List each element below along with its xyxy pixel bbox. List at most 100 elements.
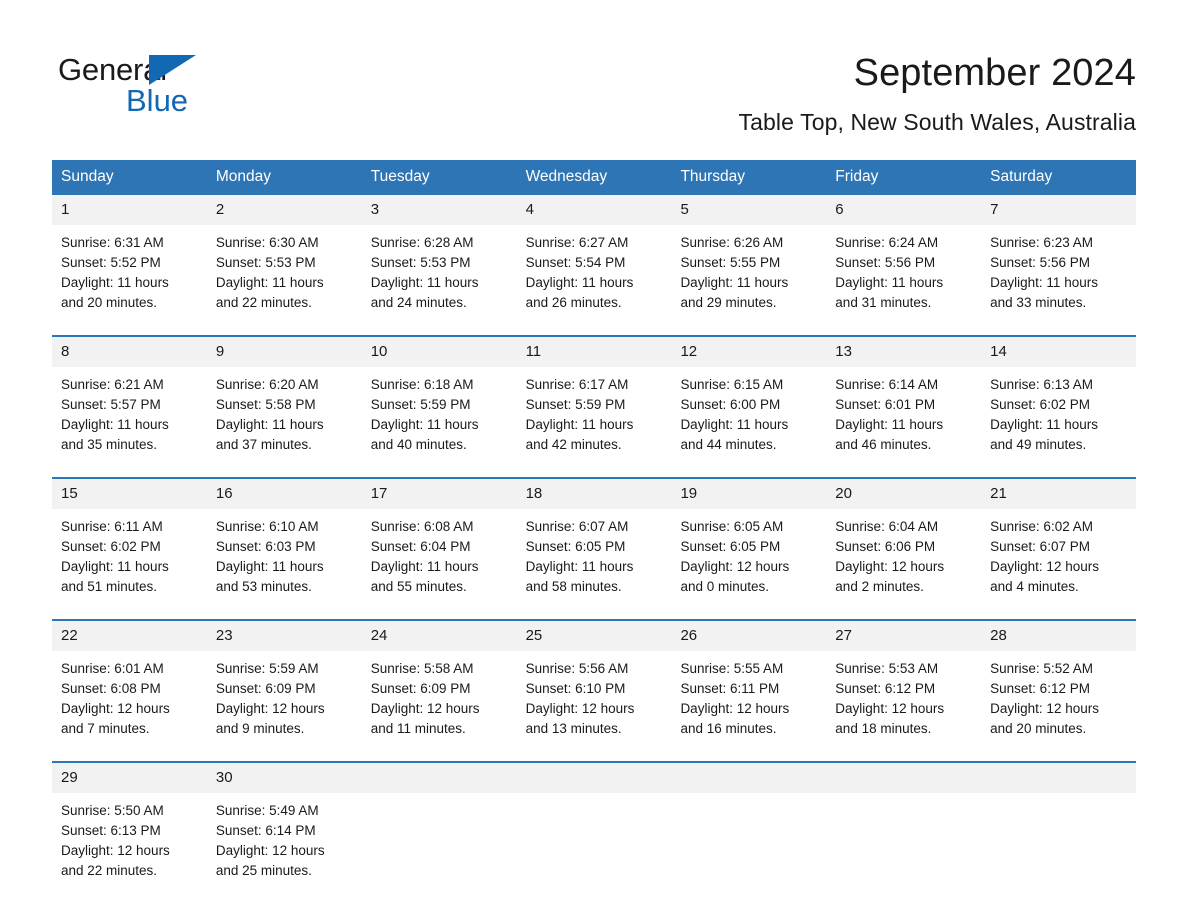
daylight-text-line2: and 13 minutes.: [525, 720, 622, 736]
calendar-day-cell[interactable]: 2 Sunrise: 6:30 AM Sunset: 5:53 PM Daylight…: [206, 194, 362, 335]
sunset-text: Sunset: 5:59 PM: [525, 396, 626, 412]
daylight-text-line2: and 2 minutes.: [835, 578, 924, 594]
title-block: September 2024 Table Top, New South Wale…: [739, 50, 1136, 136]
calendar-day-cell[interactable]: 26 Sunrise: 5:55 AM Sunset: 6:11 PM Dayligh…: [671, 620, 827, 761]
day-details: Sunrise: 5:56 AM Sunset: 6:10 PM Daylight:…: [517, 651, 672, 739]
calendar-week-row: 8 Sunrise: 6:21 AM Sunset: 5:57 PM Daylight…: [52, 334, 1137, 477]
calendar-day-cell[interactable]: 28 Sunrise: 5:52 AM Sunset: 6:12 PM Dayligh…: [981, 620, 1137, 761]
sunset-text: Sunset: 6:12 PM: [990, 680, 1090, 696]
calendar-day-cell[interactable]: 8 Sunrise: 6:21 AM Sunset: 5:57 PM Daylight…: [52, 336, 207, 477]
day-details: Sunrise: 6:20 AM Sunset: 5:58 PM Daylight:…: [207, 367, 362, 455]
day-details: Sunrise: 6:31 AM Sunset: 5:52 PM Daylight:…: [52, 225, 207, 313]
day-number: 16: [206, 478, 362, 509]
day-details: Sunrise: 5:49 AM Sunset: 6:14 PM Daylight:…: [207, 793, 362, 881]
day-number: 30: [206, 762, 362, 793]
day-number: 20: [826, 478, 982, 509]
day-details: [517, 793, 672, 801]
calendar-day-cell[interactable]: 6 Sunrise: 6:24 AM Sunset: 5:56 PM Daylight…: [826, 194, 982, 335]
calendar-day-cell[interactable]: 3 Sunrise: 6:28 AM Sunset: 5:53 PM Daylight…: [361, 194, 517, 335]
daylight-text-line1: Daylight: 11 hours: [990, 274, 1098, 290]
calendar-day-cell[interactable]: 4 Sunrise: 6:27 AM Sunset: 5:54 PM Daylight…: [516, 194, 672, 335]
day-number: 4: [516, 194, 672, 225]
calendar-week-row: 15 Sunrise: 6:11 AM Sunset: 6:02 PM Dayligh…: [52, 476, 1137, 619]
daylight-text-line1: Daylight: 12 hours: [525, 700, 635, 716]
sunrise-text: Sunrise: 5:56 AM: [525, 660, 629, 676]
sunrise-text: Sunrise: 5:55 AM: [680, 660, 784, 676]
daylight-text-line2: and 20 minutes.: [61, 294, 158, 310]
weekday-header-sunday: Sunday: [61, 167, 114, 185]
day-details: Sunrise: 6:17 AM Sunset: 5:59 PM Daylight:…: [517, 367, 672, 455]
calendar-day-cell[interactable]: 18 Sunrise: 6:07 AM Sunset: 6:05 PM Dayligh…: [516, 478, 672, 619]
calendar-day-cell[interactable]: 20 Sunrise: 6:04 AM Sunset: 6:06 PM Dayligh…: [826, 478, 982, 619]
daylight-text-line2: and 22 minutes.: [215, 294, 312, 310]
day-details: Sunrise: 6:30 AM Sunset: 5:53 PM Daylight:…: [207, 225, 362, 313]
calendar-day-cell[interactable]: 12 Sunrise: 6:15 AM Sunset: 6:00 PM Dayligh…: [671, 336, 827, 477]
daylight-text-line1: Daylight: 11 hours: [370, 416, 479, 432]
calendar-day-cell[interactable]: 17 Sunrise: 6:08 AM Sunset: 6:04 PM Dayligh…: [361, 478, 517, 619]
calendar-day-cell[interactable]: 23 Sunrise: 5:59 AM Sunset: 6:09 PM Dayligh…: [206, 620, 362, 761]
weekday-header-friday: Friday: [835, 167, 879, 185]
day-number: 25: [516, 620, 672, 651]
calendar-day-cell[interactable]: 25 Sunrise: 5:56 AM Sunset: 6:10 PM Dayligh…: [516, 620, 672, 761]
sunset-text: Sunset: 5:56 PM: [835, 254, 936, 270]
calendar-day-cell[interactable]: 29 Sunrise: 5:50 AM Sunset: 6:13 PM Dayligh…: [52, 762, 207, 903]
day-details: Sunrise: 6:13 AM Sunset: 6:02 PM Daylight:…: [981, 367, 1136, 455]
daylight-text-line1: Daylight: 11 hours: [61, 558, 169, 574]
calendar-day-cell[interactable]: 9 Sunrise: 6:20 AM Sunset: 5:58 PM Daylight…: [206, 336, 362, 477]
sunset-text: Sunset: 6:11 PM: [680, 680, 780, 696]
sunset-text: Sunset: 6:00 PM: [680, 396, 781, 412]
calendar-day-cell[interactable]: 13 Sunrise: 6:14 AM Sunset: 6:01 PM Dayligh…: [826, 336, 982, 477]
sunrise-text: Sunrise: 5:50 AM: [61, 802, 164, 818]
page-title: September 2024: [853, 52, 1136, 94]
weekday-header-monday: Monday: [215, 167, 272, 185]
sunrise-text: Sunrise: 6:07 AM: [525, 518, 629, 534]
page-header: General Blue September 2024 Table Top, N…: [0, 0, 1188, 136]
weekday-header-saturday: Saturday: [990, 167, 1053, 185]
calendar-day-cell[interactable]: 14 Sunrise: 6:13 AM Sunset: 6:02 PM Dayligh…: [981, 336, 1137, 477]
calendar-day-cell[interactable]: 7 Sunrise: 6:23 AM Sunset: 5:56 PM Daylight…: [981, 194, 1137, 335]
calendar-day-cell[interactable]: 22 Sunrise: 6:01 AM Sunset: 6:08 PM Dayligh…: [52, 620, 207, 761]
calendar-day-cell[interactable]: 5 Sunrise: 6:26 AM Sunset: 5:55 PM Daylight…: [671, 194, 827, 335]
day-number: 14: [981, 336, 1137, 367]
sunset-text: Sunset: 6:03 PM: [215, 538, 316, 554]
daylight-text-line1: Daylight: 12 hours: [61, 700, 170, 716]
day-details: Sunrise: 5:50 AM Sunset: 6:13 PM Daylight:…: [52, 793, 207, 881]
calendar-day-cell[interactable]: 11 Sunrise: 6:17 AM Sunset: 5:59 PM Dayligh…: [516, 336, 672, 477]
calendar-day-cell[interactable]: 24 Sunrise: 5:58 AM Sunset: 6:09 PM Dayligh…: [361, 620, 517, 761]
daylight-text-line1: Daylight: 12 hours: [215, 842, 325, 858]
calendar-day-cell[interactable]: 1 Sunrise: 6:31 AM Sunset: 5:52 PM Daylight…: [52, 194, 207, 335]
day-number: 26: [671, 620, 827, 651]
calendar-day-cell[interactable]: 30 Sunrise: 5:49 AM Sunset: 6:14 PM Dayligh…: [206, 762, 362, 903]
daylight-text-line2: and 37 minutes.: [215, 436, 312, 452]
daylight-text-line2: and 49 minutes.: [990, 436, 1087, 452]
sunset-text: Sunset: 6:04 PM: [370, 538, 471, 554]
calendar-day-cell[interactable]: 10 Sunrise: 6:18 AM Sunset: 5:59 PM Dayligh…: [361, 336, 517, 477]
sunset-text: Sunset: 6:12 PM: [835, 680, 936, 696]
sunrise-text: Sunrise: 6:24 AM: [835, 234, 939, 250]
day-details: Sunrise: 6:28 AM Sunset: 5:53 PM Daylight:…: [362, 225, 517, 313]
sunset-text: Sunset: 5:53 PM: [215, 254, 316, 270]
day-details: Sunrise: 6:10 AM Sunset: 6:03 PM Daylight:…: [207, 509, 362, 597]
calendar-day-cell[interactable]: 15 Sunrise: 6:11 AM Sunset: 6:02 PM Dayligh…: [52, 478, 207, 619]
daylight-text-line2: and 16 minutes.: [680, 720, 777, 736]
day-details: Sunrise: 5:52 AM Sunset: 6:12 PM Daylight:…: [981, 651, 1136, 739]
logo-text-blue: Blue: [126, 83, 189, 118]
calendar-day-cell[interactable]: 16 Sunrise: 6:10 AM Sunset: 6:03 PM Dayligh…: [206, 478, 362, 619]
calendar-day-cell[interactable]: 27 Sunrise: 5:53 AM Sunset: 6:12 PM Dayligh…: [826, 620, 982, 761]
calendar-day-cell-empty: [826, 762, 982, 903]
daylight-text-line2: and 40 minutes.: [370, 436, 467, 452]
day-number: 23: [206, 620, 362, 651]
calendar-day-cell[interactable]: 21 Sunrise: 6:02 AM Sunset: 6:07 PM Dayligh…: [981, 478, 1137, 619]
daylight-text-line2: and 51 minutes.: [61, 578, 158, 594]
calendar-day-cell-empty: [516, 762, 672, 903]
day-number: 28: [981, 620, 1137, 651]
daylight-text-line2: and 44 minutes.: [680, 436, 777, 452]
calendar-page: General Blue September 2024 Table Top, N…: [0, 0, 1188, 918]
day-number: 11: [516, 336, 672, 367]
daylight-text-line1: Daylight: 11 hours: [215, 416, 324, 432]
day-details: Sunrise: 6:27 AM Sunset: 5:54 PM Daylight:…: [517, 225, 672, 313]
weekday-header-row: Sunday Monday Tuesday Wednesday Thursday Frid…: [52, 159, 1136, 195]
daylight-text-line2: and 29 minutes.: [680, 294, 777, 310]
day-number: [516, 762, 672, 793]
calendar-day-cell[interactable]: 19 Sunrise: 6:05 AM Sunset: 6:05 PM Dayligh…: [671, 478, 827, 619]
